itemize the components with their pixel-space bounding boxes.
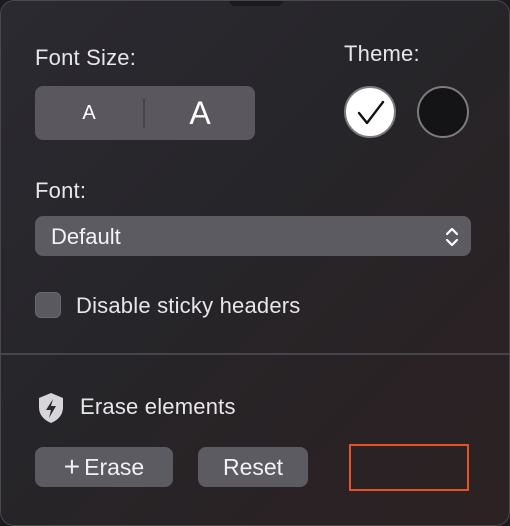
disable-sticky-headers-checkbox[interactable] — [35, 292, 61, 318]
font-select[interactable]: Default — [35, 216, 471, 256]
theme-light-swatch[interactable] — [344, 86, 396, 138]
checkmark-icon — [357, 100, 385, 125]
plus-icon: + — [63, 451, 81, 482]
font-label: Font: — [35, 178, 87, 203]
chevron-up-down-icon — [445, 227, 459, 247]
erase-button-label: Erase — [84, 453, 145, 480]
increase-font-size-button[interactable]: A — [145, 86, 255, 140]
erase-elements-heading: Erase elements — [80, 394, 236, 419]
font-size-segmented-control: A A — [35, 86, 255, 140]
highlight-box — [349, 444, 469, 491]
font-select-value: Default — [51, 224, 121, 249]
reader-settings-panel: Font Size: A A Theme: Font: Default Disa… — [0, 0, 510, 526]
theme-dark-swatch[interactable] — [417, 86, 469, 138]
section-divider — [1, 353, 509, 355]
shield-bolt-icon — [39, 393, 63, 423]
decrease-font-size-button[interactable]: A — [35, 86, 143, 140]
popover-arrow — [229, 1, 283, 6]
theme-label: Theme: — [344, 41, 420, 66]
disable-sticky-headers-label[interactable]: Disable sticky headers — [76, 293, 301, 319]
reset-button[interactable]: Reset — [198, 447, 308, 487]
font-size-label: Font Size: — [35, 45, 137, 70]
erase-button[interactable]: + Erase — [35, 447, 173, 487]
